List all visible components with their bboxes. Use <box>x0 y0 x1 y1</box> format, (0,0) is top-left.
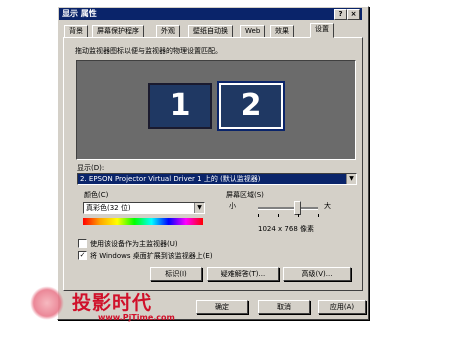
display-label: 显示(D): <box>77 164 105 172</box>
display-select-value: 2. EPSON Projector Virtual Driver 1 上的 (… <box>80 175 261 183</box>
cancel-button[interactable]: 取消 <box>258 300 310 314</box>
display-select[interactable]: 2. EPSON Projector Virtual Driver 1 上的 (… <box>77 173 357 185</box>
monitor-1-icon[interactable]: 1 <box>148 83 212 129</box>
chevron-down-icon[interactable]: ▼ <box>194 203 204 213</box>
extend-desktop-checkbox[interactable]: ✓ <box>78 251 87 260</box>
apply-button[interactable]: 应用(A) <box>318 300 366 314</box>
screen-area-label: 屏幕区域(S) <box>226 191 264 199</box>
monitor-instructions: 拖动监视器图标以便与监视器的物理设置匹配。 <box>75 47 222 55</box>
monitor-2-icon[interactable]: 2 <box>217 81 285 131</box>
screen-area-slider-thumb[interactable] <box>294 201 301 215</box>
ok-button[interactable]: 确定 <box>196 300 248 314</box>
color-spectrum-bar <box>83 218 203 225</box>
slider-tick <box>298 214 299 217</box>
resolution-text: 1024 x 768 像素 <box>258 225 314 233</box>
monitor-arrangement-area[interactable]: 1 2 <box>76 60 356 160</box>
slider-less-label: 小 <box>229 202 236 210</box>
advanced-button[interactable]: 高级(V)... <box>283 267 351 281</box>
primary-monitor-checkbox[interactable] <box>78 239 87 248</box>
colors-select[interactable]: 真彩色(32 位) ▼ <box>83 202 205 214</box>
watermark-url: www.PjTime.com <box>98 313 175 322</box>
pjtime-logo-icon <box>30 286 64 320</box>
tab-settings[interactable]: 设置 <box>310 23 334 38</box>
extend-desktop-label: 将 Windows 桌面扩展到该监视器上(E) <box>90 252 213 260</box>
primary-monitor-label: 使用该设备作为主监视器(U) <box>90 240 178 248</box>
troubleshoot-button[interactable]: 疑难解答(T)... <box>207 267 279 281</box>
slider-tick <box>258 214 259 217</box>
help-icon[interactable]: ? <box>334 9 347 20</box>
watermark-text: 投影时代 <box>72 292 153 314</box>
window-title: 显示 属性 <box>62 9 97 18</box>
title-bar: 显示 属性 ? × <box>59 8 362 20</box>
identify-button[interactable]: 标识(I) <box>150 267 202 281</box>
colors-select-value: 真彩色(32 位) <box>86 204 131 212</box>
chevron-down-icon[interactable]: ▼ <box>346 174 356 184</box>
slider-tick <box>318 214 319 217</box>
screen-area-slider-track[interactable] <box>258 207 318 210</box>
close-icon[interactable]: × <box>347 9 360 20</box>
slider-tick <box>278 214 279 217</box>
colors-label: 颜色(C) <box>84 191 109 199</box>
slider-more-label: 大 <box>324 202 331 210</box>
